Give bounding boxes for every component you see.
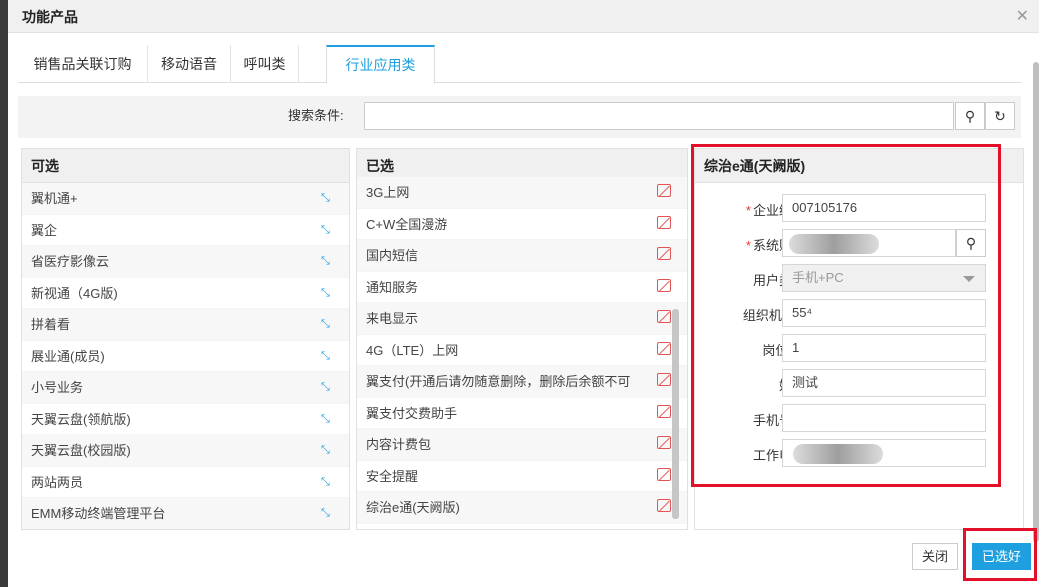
add-icon[interactable]: ⤡ — [321, 507, 333, 519]
list-item[interactable]: 拼着看 ⤡ — [22, 309, 349, 341]
delete-icon[interactable] — [657, 499, 671, 512]
delete-icon[interactable] — [657, 247, 671, 260]
search-icon[interactable]: ⚲ — [955, 102, 985, 130]
redacted-mask — [793, 444, 883, 464]
add-icon[interactable]: ⤡ — [321, 287, 333, 299]
close-button[interactable]: 关闭 — [912, 543, 958, 570]
available-title: 可选 — [22, 149, 349, 183]
list-item[interactable]: 内容计费包 — [357, 429, 687, 461]
add-icon[interactable]: ⤡ — [321, 350, 333, 362]
required-mark: * — [745, 238, 751, 253]
add-icon[interactable]: ⤡ — [321, 224, 333, 236]
available-panel: 可选 翼机通+ ⤡ 翼企 ⤡ 省医疗影像云 ⤡ 新视通（4G版) ⤡ 拼着看 ⤡ 展业通(… — [21, 148, 350, 530]
add-icon[interactable]: ⤡ — [321, 413, 333, 425]
available-list: 翼机通+ ⤡ 翼企 ⤡ 省医疗影像云 ⤡ 新视通（4G版) ⤡ 拼着看 ⤡ 展业通(成员)… — [22, 183, 349, 529]
required-mark: * — [745, 203, 751, 218]
search-input[interactable] — [364, 102, 954, 130]
post-ids-row: 岗位ids 1 — [695, 334, 1023, 362]
system-account-field[interactable] — [782, 229, 956, 257]
tab-industry-apps[interactable]: 行业应用类 — [326, 45, 435, 84]
list-item[interactable]: 新视通（4G版) ⤡ — [22, 278, 349, 309]
list-item[interactable]: 安全提醒 — [357, 461, 687, 492]
search-area: 搜索条件: ⚲ ↻ — [18, 96, 1021, 138]
delete-icon[interactable] — [657, 184, 671, 197]
delete-icon[interactable] — [657, 373, 671, 386]
refresh-icon[interactable]: ↻ — [985, 102, 1015, 130]
add-icon[interactable]: ⤡ — [321, 255, 333, 267]
dialog-scrollbar[interactable] — [1033, 62, 1039, 542]
list-item[interactable]: 4G（LTE）上网 — [357, 335, 687, 366]
user-type-select[interactable]: 手机+PC — [782, 264, 986, 292]
selected-scrollbar[interactable] — [672, 309, 679, 519]
add-icon[interactable]: ⤡ — [321, 192, 333, 204]
list-item[interactable]: 翼支付交费助手 — [357, 398, 687, 429]
search-icon[interactable]: ⚲ — [956, 229, 986, 257]
post-ids-field[interactable]: 1 — [782, 334, 986, 362]
redacted-mask — [789, 234, 879, 254]
list-item[interactable]: 天翼云盘(领航版) ⤡ — [22, 404, 349, 435]
list-item[interactable]: 两站两员 ⤡ — [22, 467, 349, 498]
list-item[interactable]: 翼企 ⤡ — [22, 215, 349, 246]
list-item[interactable]: 3G上网 — [357, 177, 687, 209]
chevron-down-icon — [963, 276, 975, 282]
mobile-row: 手机号码 — [695, 404, 1023, 432]
search-label: 搜索条件: — [288, 108, 344, 123]
dialog-title: 功能产品 — [22, 9, 78, 25]
enterprise-no-row: * 企业编号 007105176 — [695, 194, 1023, 222]
add-icon[interactable]: ⤡ — [321, 476, 333, 488]
list-item[interactable]: 天翼云盘(校园版) ⤡ — [22, 435, 349, 467]
list-item[interactable]: 来电显示 — [357, 303, 687, 335]
form-title: 综治e通(天阙版) — [695, 149, 1023, 183]
tab-mobile-voice[interactable]: 移动语音 — [148, 45, 231, 83]
list-item[interactable]: 翼机通+ ⤡ — [22, 183, 349, 215]
list-item[interactable]: C+W全国漫游 — [357, 209, 687, 240]
product-form-panel: 综治e通(天阙版) * 企业编号 007105176 * 系统账号 ⚲ 用户类型 手… — [694, 148, 1024, 530]
selected-panel: 已选 3G上网 C+W全国漫游 国内短信 通知服务 来电显示 4G（LTE）上网… — [356, 148, 688, 530]
list-item[interactable]: 通知服务 — [357, 272, 687, 303]
selected-list: 3G上网 C+W全国漫游 国内短信 通知服务 来电显示 4G（LTE）上网 翼支… — [357, 177, 687, 524]
add-icon[interactable]: ⤡ — [321, 444, 333, 456]
user-type-row: 用户类型 手机+PC — [695, 264, 1023, 292]
tab-sales-related[interactable]: 销售品关联订购 — [18, 45, 148, 83]
enterprise-no-field[interactable]: 007105176 — [782, 194, 986, 222]
list-item[interactable]: 翼支付(开通后请勿随意删除，删除后余额不可 — [357, 366, 687, 398]
dialog-header: 功能产品 ✕ — [8, 0, 1039, 33]
delete-icon[interactable] — [657, 341, 671, 355]
add-icon[interactable]: ⤡ — [321, 381, 333, 393]
tab-call[interactable]: 呼叫类 — [231, 45, 299, 83]
list-item[interactable]: 展业通(成员) ⤡ — [22, 341, 349, 372]
delete-icon[interactable] — [657, 404, 671, 418]
name-field[interactable]: 测试 — [782, 369, 986, 397]
org-id-field[interactable]: 55⁴ — [782, 299, 986, 327]
tab-bar: 销售品关联订购 移动语音 呼叫类 行业应用类 — [18, 45, 1021, 84]
org-id-row: 组织机构id 55⁴ — [695, 299, 1023, 327]
system-account-row: * 系统账号 ⚲ — [695, 229, 1023, 257]
confirm-selection-button[interactable]: 已选好 — [972, 543, 1031, 570]
name-row: 姓名 测试 — [695, 369, 1023, 397]
functional-products-dialog: 功能产品 ✕ 销售品关联订购 移动语音 呼叫类 行业应用类 搜索条件: ⚲ ↻ … — [0, 0, 1039, 587]
delete-icon[interactable] — [657, 215, 671, 229]
list-item[interactable]: 综治e通(天阙版) — [357, 492, 687, 524]
delete-icon[interactable] — [657, 310, 671, 323]
delete-icon[interactable] — [657, 278, 671, 292]
list-item[interactable]: 国内短信 — [357, 240, 687, 272]
list-item[interactable]: 省医疗影像云 ⤡ — [22, 246, 349, 278]
close-icon[interactable]: ✕ — [1016, 6, 1029, 26]
mobile-field[interactable] — [782, 404, 986, 432]
add-icon[interactable]: ⤡ — [321, 318, 333, 330]
delete-icon[interactable] — [657, 436, 671, 449]
work-phone-row: 工作电话 — [695, 439, 1023, 467]
list-item[interactable]: EMM移动终端管理平台 ⤡ — [22, 498, 349, 529]
work-phone-field[interactable] — [782, 439, 986, 467]
delete-icon[interactable] — [657, 467, 671, 481]
list-item[interactable]: 小号业务 ⤡ — [22, 372, 349, 404]
